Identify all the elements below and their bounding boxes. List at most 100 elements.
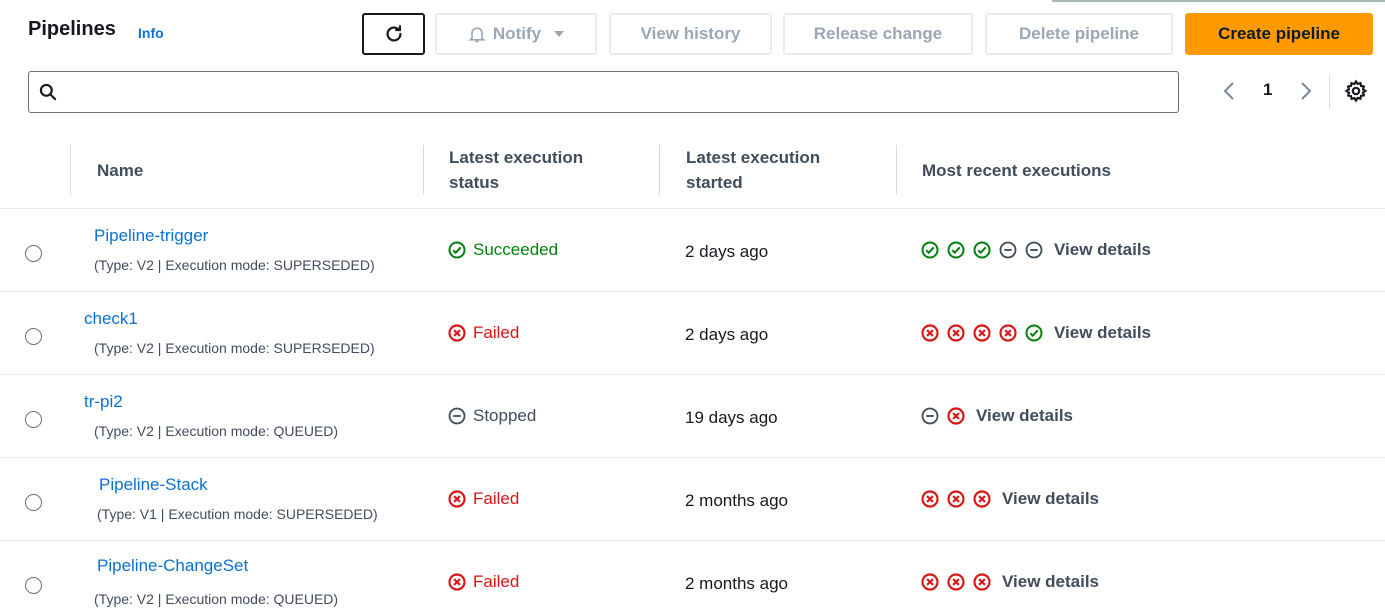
pipeline-meta: (Type: V2 | Execution mode: SUPERSEDED) bbox=[94, 257, 375, 273]
bell-icon bbox=[468, 27, 486, 43]
error-icon bbox=[973, 490, 991, 508]
status-badge: Stopped bbox=[447, 406, 536, 426]
status-badge: Failed bbox=[447, 323, 519, 343]
recent-executions: View details bbox=[920, 572, 1099, 592]
info-link[interactable]: Info bbox=[138, 25, 164, 41]
pipeline-name-link[interactable]: Pipeline-ChangeSet bbox=[97, 556, 248, 576]
execution-started: 19 days ago bbox=[685, 408, 778, 427]
view-details-link[interactable]: View details bbox=[1002, 572, 1099, 592]
gear-icon[interactable] bbox=[1344, 79, 1368, 103]
error-icon bbox=[921, 324, 939, 342]
search-icon bbox=[39, 83, 57, 101]
status-badge: Failed bbox=[447, 489, 519, 509]
success-icon bbox=[921, 241, 939, 259]
status-badge: Failed bbox=[447, 572, 519, 592]
execution-started: 2 months ago bbox=[685, 574, 789, 593]
column-header-status-line2: status bbox=[449, 173, 500, 192]
column-divider bbox=[659, 145, 660, 195]
row-select-radio[interactable] bbox=[25, 494, 42, 511]
recent-executions: View details bbox=[920, 489, 1099, 509]
execution-started: 2 days ago bbox=[685, 325, 769, 344]
column-header-status[interactable]: Latest execution status bbox=[449, 145, 583, 195]
pipeline-meta: (Type: V2 | Execution mode: SUPERSEDED) bbox=[94, 340, 375, 356]
error-icon bbox=[947, 573, 965, 591]
view-history-button[interactable]: View history bbox=[609, 13, 772, 55]
stopped-icon bbox=[999, 241, 1017, 259]
table-row[interactable]: tr-pi2 (Type: V2 | Execution mode: QUEUE… bbox=[0, 375, 1385, 458]
recent-executions: View details bbox=[920, 323, 1151, 343]
table-row[interactable]: Pipeline-Stack (Type: V1 | Execution mod… bbox=[0, 458, 1385, 541]
error-icon bbox=[947, 407, 965, 425]
column-header-name[interactable]: Name bbox=[97, 158, 143, 183]
stopped-icon bbox=[921, 407, 939, 425]
view-details-link[interactable]: View details bbox=[1054, 240, 1151, 260]
row-select-radio[interactable] bbox=[25, 577, 42, 594]
current-page-number[interactable]: 1 bbox=[1263, 80, 1272, 100]
column-divider bbox=[70, 145, 71, 195]
status-badge: Succeeded bbox=[447, 240, 558, 260]
error-icon bbox=[921, 573, 939, 591]
error-icon bbox=[448, 324, 466, 342]
column-header-status-line1: Latest execution bbox=[449, 148, 584, 167]
view-details-link[interactable]: View details bbox=[1054, 323, 1151, 343]
error-icon bbox=[947, 324, 965, 342]
status-label: Failed bbox=[473, 489, 520, 508]
error-icon bbox=[999, 324, 1017, 342]
page-header: Pipelines Info Notify View history Relea… bbox=[0, 0, 1385, 66]
column-header-recent: Most recent executions bbox=[922, 161, 1111, 180]
create-pipeline-button[interactable]: Create pipeline bbox=[1185, 13, 1373, 55]
pipeline-name-link[interactable]: Pipeline-Stack bbox=[99, 475, 208, 495]
pipeline-meta: (Type: V2 | Execution mode: QUEUED) bbox=[94, 591, 339, 607]
success-icon bbox=[448, 241, 466, 259]
success-icon bbox=[1025, 324, 1043, 342]
status-label: Failed bbox=[473, 572, 520, 591]
pipeline-meta: (Type: V2 | Execution mode: QUEUED) bbox=[94, 423, 339, 439]
column-header-started-line1: Latest execution bbox=[686, 148, 821, 167]
previous-page-icon[interactable] bbox=[1218, 78, 1242, 104]
page-title: Pipelines bbox=[28, 18, 116, 40]
release-change-button[interactable]: Release change bbox=[783, 13, 973, 55]
search-input[interactable] bbox=[28, 71, 1179, 113]
execution-started: 2 months ago bbox=[685, 491, 789, 510]
status-label: Failed bbox=[473, 323, 520, 342]
row-select-radio[interactable] bbox=[25, 245, 42, 262]
status-label: Stopped bbox=[473, 406, 537, 425]
success-icon bbox=[973, 241, 991, 259]
next-page-icon[interactable] bbox=[1293, 78, 1317, 104]
row-select-radio[interactable] bbox=[25, 411, 42, 428]
error-icon bbox=[947, 490, 965, 508]
row-select-radio[interactable] bbox=[25, 328, 42, 345]
error-icon bbox=[448, 490, 466, 508]
pipeline-name-link[interactable]: check1 bbox=[84, 309, 138, 329]
column-divider bbox=[423, 145, 424, 195]
recent-executions: View details bbox=[920, 406, 1073, 426]
stopped-icon bbox=[1025, 241, 1043, 259]
pager-divider bbox=[1329, 75, 1330, 108]
execution-started: 2 days ago bbox=[685, 242, 769, 261]
success-icon bbox=[947, 241, 965, 259]
error-icon bbox=[973, 324, 991, 342]
table-row[interactable]: Pipeline-ChangeSet (Type: V2 | Execution… bbox=[0, 541, 1385, 616]
view-details-link[interactable]: View details bbox=[1002, 489, 1099, 509]
pipeline-meta: (Type: V1 | Execution mode: SUPERSEDED) bbox=[97, 506, 378, 522]
view-details-link[interactable]: View details bbox=[976, 406, 1073, 426]
refresh-button[interactable] bbox=[362, 13, 425, 55]
stopped-icon bbox=[448, 407, 466, 425]
notify-label: Notify bbox=[492, 24, 542, 43]
refresh-icon bbox=[386, 25, 402, 42]
error-icon bbox=[921, 490, 939, 508]
top-divider bbox=[1052, 0, 1385, 2]
pipeline-name-link[interactable]: tr-pi2 bbox=[84, 392, 123, 412]
column-header-started-line2: started bbox=[686, 173, 743, 192]
table-row[interactable]: Pipeline-trigger (Type: V2 | Execution m… bbox=[0, 209, 1385, 292]
recent-executions: View details bbox=[920, 240, 1151, 260]
error-icon bbox=[973, 573, 991, 591]
notify-button[interactable]: Notify bbox=[435, 13, 597, 55]
table-row[interactable]: check1 (Type: V2 | Execution mode: SUPER… bbox=[0, 292, 1385, 375]
column-divider bbox=[896, 145, 897, 195]
table-header: Name Latest execution status Latest exec… bbox=[0, 128, 1385, 209]
column-header-started[interactable]: Latest execution started bbox=[686, 145, 820, 195]
delete-pipeline-button[interactable]: Delete pipeline bbox=[985, 13, 1173, 55]
status-label: Succeeded bbox=[473, 240, 559, 259]
pipeline-name-link[interactable]: Pipeline-trigger bbox=[94, 226, 208, 246]
